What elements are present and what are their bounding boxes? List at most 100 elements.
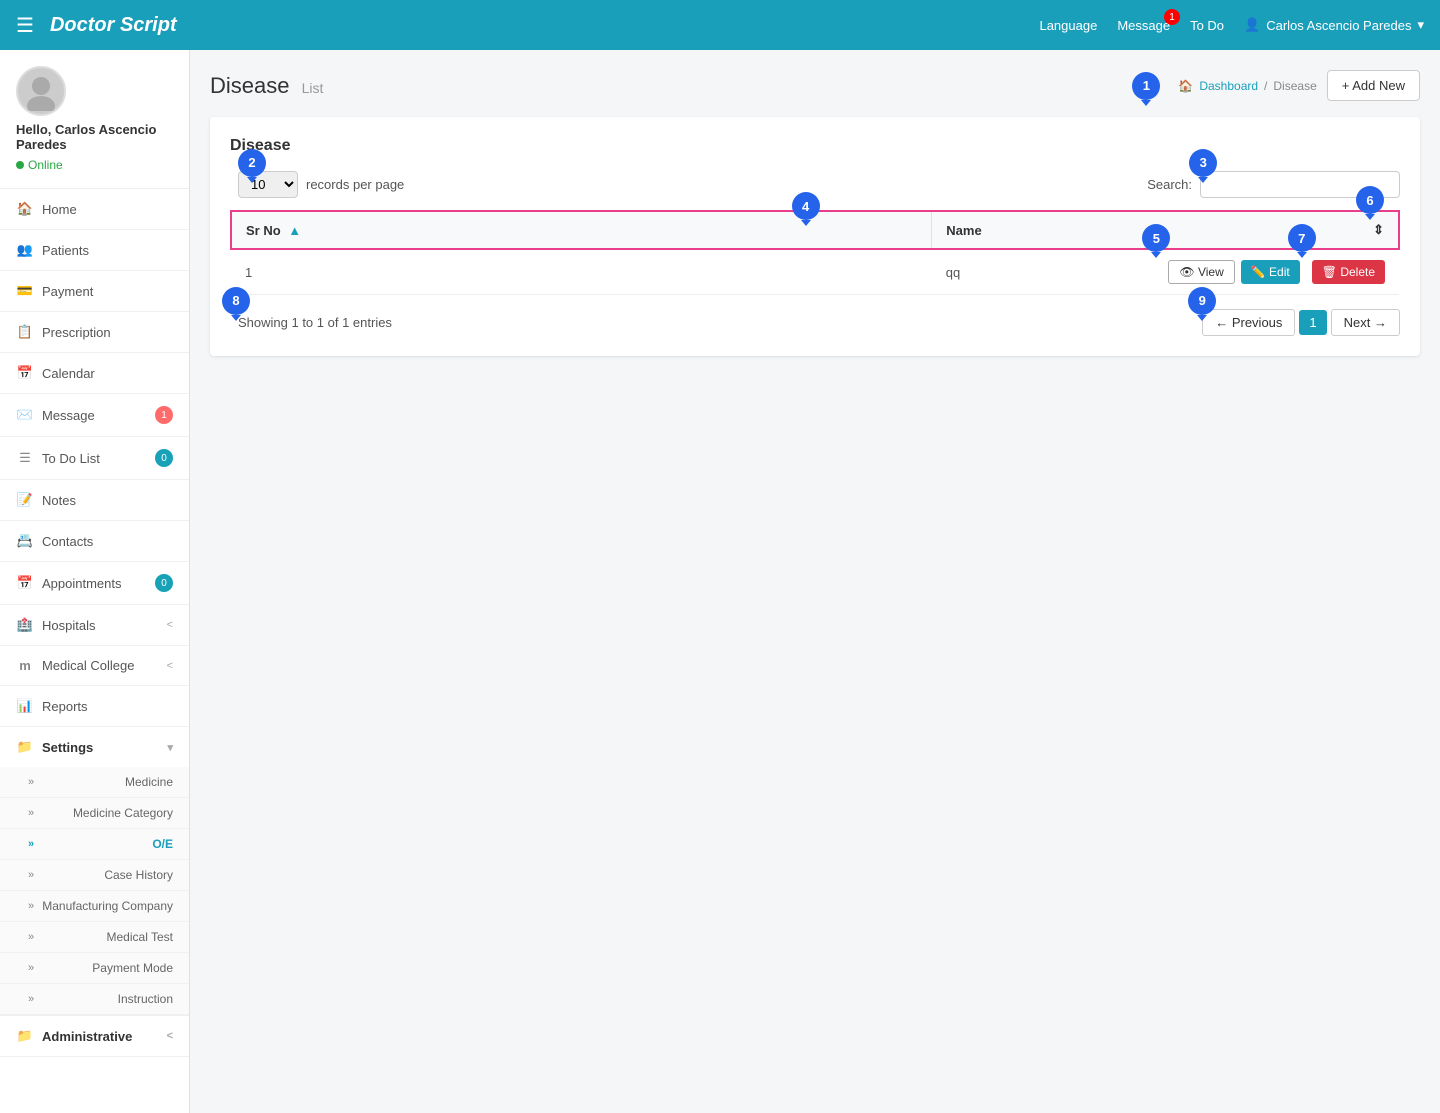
hospitals-icon: 🏥 — [16, 617, 34, 633]
submenu-medical-test[interactable]: » Medical Test — [0, 922, 189, 953]
sidebar-label-todolist: To Do List — [42, 451, 100, 466]
sidebar-item-message[interactable]: ✉️ Message 1 — [0, 394, 189, 437]
payment-mode-chevron: » — [28, 962, 34, 974]
sidebar-label-contacts: Contacts — [42, 534, 93, 549]
sidebar-item-reports[interactable]: 📊 Reports — [0, 686, 189, 727]
annotation-bubble-7: 7 — [1288, 224, 1316, 252]
sidebar-item-administrative[interactable]: 📁 Administrative < — [0, 1016, 189, 1057]
annotation-bubble-4: 4 — [792, 192, 820, 220]
submenu-label-manufacturing-company: Manufacturing Company — [42, 899, 173, 913]
table-footer: 8 Showing 1 to 1 of 1 entries 9 ← Previo… — [230, 309, 1400, 336]
appointments-count: 0 — [155, 574, 173, 592]
sidebar-item-settings[interactable]: 📁 Settings ▾ » Medicine » — [0, 727, 189, 1016]
sidebar-nav: 🏠 Home 👥 Patients 💳 Payment — [0, 189, 189, 1057]
sidebar-item-payment[interactable]: 💳 Payment — [0, 271, 189, 312]
instruction-chevron: » — [28, 993, 34, 1005]
records-per-page-label: records per page — [306, 177, 404, 192]
message-link[interactable]: Message — [1117, 18, 1170, 33]
sidebar-label-notes: Notes — [42, 493, 76, 508]
contacts-icon: 📇 — [16, 533, 34, 549]
online-dot — [16, 161, 24, 169]
avatar — [16, 66, 66, 116]
user-name: Carlos Ascencio Paredes — [1266, 18, 1411, 33]
edit-button[interactable]: ✏️ Edit — [1241, 260, 1300, 284]
hamburger-menu[interactable]: ☰ — [16, 13, 34, 38]
submenu-label-instruction: Instruction — [118, 992, 173, 1006]
message-nav-item[interactable]: Message 1 — [1117, 17, 1170, 33]
sidebar-item-contacts[interactable]: 📇 Contacts — [0, 521, 189, 562]
sidebar-item-calendar[interactable]: 📅 Calendar — [0, 353, 189, 394]
language-link[interactable]: Language — [1039, 18, 1097, 33]
sidebar-profile: Hello, Carlos Ascencio Paredes Online — [0, 50, 189, 189]
disease-table: Sr No ▲ Name 6 ⇕ — [230, 210, 1400, 295]
sidebar-label-prescription: Prescription — [42, 325, 111, 340]
todo-icon: ☰ — [16, 450, 34, 466]
delete-icon: 🗑 — [1322, 265, 1337, 279]
sidebar-label-calendar: Calendar — [42, 366, 95, 381]
view-button[interactable]: 👁 View — [1168, 260, 1234, 284]
view-icon: 👁 — [1179, 265, 1194, 279]
home-icon: 🏠 — [16, 201, 34, 217]
annotation-bubble-8: 8 — [222, 287, 250, 315]
cell-sr: 1 — [231, 249, 932, 295]
topnav-right: Language Message 1 To Do 👤 Carlos Ascenc… — [1039, 17, 1424, 33]
medical-college-arrow: < — [167, 660, 173, 672]
sidebar-item-home[interactable]: 🏠 Home — [0, 189, 189, 230]
calendar-icon: 📅 — [16, 365, 34, 381]
sort-icon-sr: ▲ — [288, 223, 301, 238]
submenu-instruction[interactable]: » Instruction — [0, 984, 189, 1015]
sidebar-item-todolist[interactable]: ☰ To Do List 0 — [0, 437, 189, 480]
sidebar-label-home: Home — [42, 202, 77, 217]
settings-submenu: » Medicine » Medicine Category » O — [0, 767, 189, 1015]
sidebar-item-patients[interactable]: 👥 Patients — [0, 230, 189, 271]
submenu-payment-mode[interactable]: » Payment Mode — [0, 953, 189, 984]
breadcrumb-home[interactable]: Dashboard — [1199, 79, 1258, 93]
page-header: Disease List 1 🏠 Dashboard / Disease + A… — [210, 70, 1420, 101]
breadcrumb: 🏠 Dashboard / Disease — [1178, 79, 1316, 93]
delete-button[interactable]: 🗑 Delete — [1312, 260, 1385, 284]
profile-name: Hello, Carlos Ascencio Paredes — [16, 122, 173, 152]
cell-name: qq 5 👁 View — [932, 249, 1399, 295]
app-logo: Doctor Script — [50, 14, 177, 37]
main-layout: Hello, Carlos Ascencio Paredes Online 🏠 … — [0, 50, 1440, 1113]
user-dropdown-icon: ▾ — [1417, 17, 1424, 33]
submenu-medicine[interactable]: » Medicine — [0, 767, 189, 798]
submenu-manufacturing-company[interactable]: » Manufacturing Company — [0, 891, 189, 922]
sort-icon-name: ⇕ — [1373, 222, 1384, 237]
sidebar-label-appointments: Appointments — [42, 576, 122, 591]
medicine-chevron: » — [28, 776, 34, 788]
previous-button[interactable]: ← Previous — [1202, 309, 1295, 336]
user-profile[interactable]: 👤 Carlos Ascencio Paredes ▾ — [1244, 17, 1424, 33]
next-button[interactable]: Next → — [1331, 309, 1400, 336]
breadcrumb-icon: 🏠 — [1178, 79, 1193, 93]
records-per-page-control: 2 10 25 50 100 records per page — [230, 171, 404, 198]
submenu-label-payment-mode: Payment Mode — [92, 961, 173, 975]
edit-icon: ✏️ — [1251, 265, 1266, 279]
breadcrumb-current: Disease — [1273, 79, 1316, 93]
annotation-bubble-2: 2 — [238, 149, 266, 177]
submenu-label-case-history: Case History — [104, 868, 173, 882]
table-controls: 2 10 25 50 100 records per page 3 Search… — [230, 171, 1400, 198]
title-subtitle: List — [302, 80, 324, 96]
submenu-medicine-category[interactable]: » Medicine Category — [0, 798, 189, 829]
sidebar-item-medical-college[interactable]: m Medical College < — [0, 646, 189, 686]
table-row: 1 qq 5 👁 — [231, 249, 1399, 295]
sidebar-item-notes[interactable]: 📝 Notes — [0, 480, 189, 521]
sidebar-item-appointments[interactable]: 📅 Appointments 0 — [0, 562, 189, 605]
page-title: Disease List — [210, 73, 323, 98]
col-sr-no[interactable]: Sr No ▲ — [231, 211, 932, 249]
message-count: 1 — [155, 406, 173, 424]
current-page: 1 — [1299, 310, 1326, 335]
submenu-case-history[interactable]: » Case History — [0, 860, 189, 891]
todo-link[interactable]: To Do — [1190, 18, 1224, 33]
sidebar-item-prescription[interactable]: 📋 Prescription — [0, 312, 189, 353]
add-new-button[interactable]: + Add New — [1327, 70, 1420, 101]
submenu-oe[interactable]: » O/E — [0, 829, 189, 860]
online-status: Online — [16, 158, 63, 172]
manufacturing-chevron: » — [28, 900, 34, 912]
payment-icon: 💳 — [16, 283, 34, 299]
message-icon: ✉️ — [16, 407, 34, 423]
medicine-category-chevron: » — [28, 807, 34, 819]
sidebar-item-hospitals[interactable]: 🏥 Hospitals < — [0, 605, 189, 646]
page-title-area: Disease List — [210, 73, 323, 99]
